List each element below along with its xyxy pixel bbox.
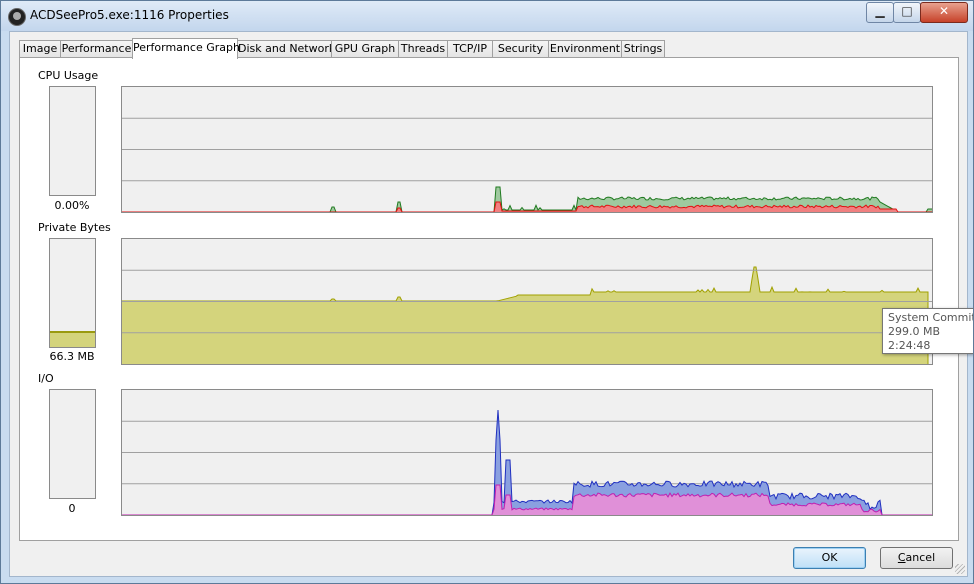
cancel-accesskey: C	[897, 551, 906, 564]
tooltip-value: 299.0 MB	[888, 325, 941, 338]
close-button[interactable]: ✕	[920, 2, 968, 23]
minimize-button[interactable]: ▁	[866, 2, 894, 23]
io-total-line	[122, 409, 932, 515]
tab-strings[interactable]: Strings	[621, 40, 665, 58]
cancel-label-rest: ancel	[905, 551, 936, 564]
tab-performance-graph[interactable]: Performance Graph	[132, 38, 240, 59]
private-bytes-value: 66.3 MB	[49, 350, 95, 363]
private-bytes-area	[122, 267, 928, 364]
tab-tcpip[interactable]: TCP/IP	[447, 40, 493, 58]
resize-grip-icon[interactable]	[955, 564, 965, 574]
tab-disk-and-network[interactable]: Disk and Network	[237, 40, 335, 58]
private-bytes-meter-fill	[50, 331, 95, 347]
ok-button[interactable]: OK	[793, 547, 866, 569]
app-icon	[8, 8, 26, 26]
window-title: ACDSeePro5.exe:1116 Properties	[30, 8, 229, 22]
cpu-usage-value: 0.00%	[54, 199, 90, 212]
tab-performance[interactable]: Performance	[60, 40, 133, 58]
dialog-client-area: Image Performance Performance Graph Disk…	[9, 31, 968, 577]
io-meter	[49, 389, 96, 499]
properties-window: ACDSeePro5.exe:1116 Properties ▁ □ ✕ Ima…	[0, 0, 974, 584]
cpu-usage-meter	[49, 86, 96, 196]
io-graph	[121, 389, 933, 516]
tab-threads[interactable]: Threads	[398, 40, 448, 58]
cpu-usage-graph	[121, 86, 933, 213]
tab-environment[interactable]: Environment	[548, 40, 622, 58]
cancel-button[interactable]: Cancel	[880, 547, 953, 569]
private-bytes-label: Private Bytes	[38, 221, 111, 234]
tooltip-title: System Commit	[888, 311, 974, 324]
performance-graph-panel: CPU Usage 0.00% Private Bytes 66.3 MB I/…	[19, 57, 959, 541]
maximize-button[interactable]: □	[893, 2, 921, 23]
private-bytes-graph	[121, 238, 933, 365]
tab-gpu-graph[interactable]: GPU Graph	[331, 40, 399, 58]
tab-image[interactable]: Image	[19, 40, 61, 58]
tab-security[interactable]: Security	[492, 40, 549, 58]
graph-tooltip: System Commit 299.0 MB 2:24:48	[882, 308, 974, 354]
private-bytes-meter	[49, 238, 96, 348]
cpu-usage-label: CPU Usage	[38, 69, 99, 82]
tooltip-time: 2:24:48	[888, 339, 931, 352]
title-bar[interactable]: ACDSeePro5.exe:1116 Properties ▁ □ ✕	[1, 1, 973, 31]
io-label: I/O	[38, 372, 54, 385]
io-value: 0	[68, 502, 76, 515]
